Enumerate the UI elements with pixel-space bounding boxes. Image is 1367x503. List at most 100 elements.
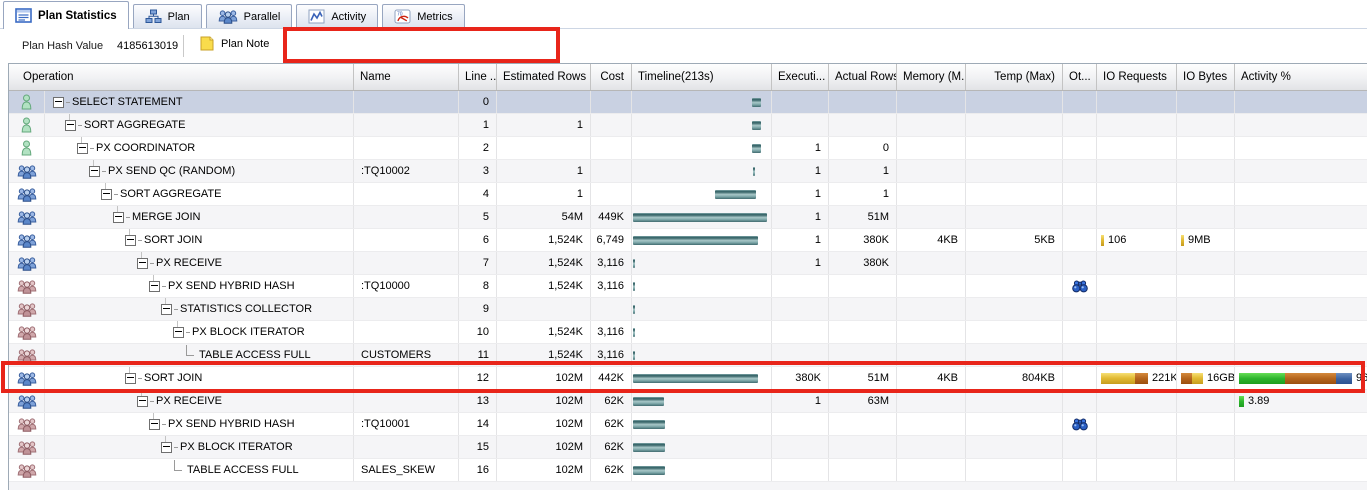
plan-row-line-15[interactable]: PX BLOCK ITERATOR15102M62K bbox=[9, 436, 1367, 459]
plan-row-line-9[interactable]: STATISTICS COLLECTOR9 bbox=[9, 298, 1367, 321]
estimated-rows-cell: 1,524K bbox=[497, 229, 591, 251]
tree-expand-toggle[interactable] bbox=[137, 396, 148, 407]
plan-row-line-16[interactable]: TABLE ACCESS FULLSALES_SKEW16102M62K bbox=[9, 459, 1367, 482]
timeline-bar bbox=[633, 351, 635, 360]
io-requests-bar-segment-orange bbox=[1135, 373, 1148, 384]
tree-expand-toggle[interactable] bbox=[149, 419, 160, 430]
plan-row-line-10[interactable]: PX BLOCK ITERATOR101,524K3,116 bbox=[9, 321, 1367, 344]
column-header-activity[interactable]: Activity % bbox=[1235, 64, 1367, 90]
plan-row-line-7[interactable]: PX RECEIVE71,524K3,1161380K bbox=[9, 252, 1367, 275]
column-header-executi[interactable]: Executi... bbox=[772, 64, 829, 90]
executions-cell: 1 bbox=[772, 160, 829, 182]
plan-row-line-4[interactable]: SORT AGGREGATE4111 bbox=[9, 183, 1367, 206]
plan-row-line-2[interactable]: PX COORDINATOR210 bbox=[9, 137, 1367, 160]
column-header-temp-max[interactable]: Temp (Max) bbox=[966, 64, 1063, 90]
temp-cell bbox=[966, 252, 1063, 274]
cost-cell: 3,116 bbox=[591, 321, 632, 343]
temp-cell bbox=[966, 298, 1063, 320]
actual-rows-cell bbox=[829, 298, 897, 320]
column-header-operation[interactable]: Operation bbox=[9, 64, 354, 90]
tree-expand-toggle[interactable] bbox=[101, 189, 112, 200]
timeline-cell bbox=[632, 321, 772, 343]
column-header-timeline-213s[interactable]: Timeline(213s) bbox=[632, 64, 772, 90]
io-bytes-cell bbox=[1177, 321, 1235, 343]
column-header-ot[interactable]: Ot... bbox=[1063, 64, 1097, 90]
parallel-group-red-icon bbox=[17, 325, 37, 340]
column-header-io-requests[interactable]: IO Requests bbox=[1097, 64, 1177, 90]
other-cell bbox=[1063, 229, 1097, 251]
tree-expand-toggle[interactable] bbox=[137, 258, 148, 269]
line-number-cell: 10 bbox=[459, 321, 497, 343]
tab-plan-statistics[interactable]: Plan Statistics bbox=[3, 1, 129, 29]
tree-expand-toggle[interactable] bbox=[161, 304, 172, 315]
tree-expand-toggle[interactable] bbox=[53, 97, 64, 108]
tab-metrics[interactable]: 70Metrics bbox=[382, 4, 464, 28]
column-header-memory-m[interactable]: Memory (M... bbox=[897, 64, 966, 90]
column-header-line[interactable]: Line ... bbox=[459, 64, 497, 90]
tree-expand-toggle[interactable] bbox=[173, 327, 184, 338]
plan-row-line-11[interactable]: TABLE ACCESS FULLCUSTOMERS111,524K3,116 bbox=[9, 344, 1367, 367]
activity-bar-segment-green bbox=[1239, 396, 1244, 407]
operation-label: PX RECEIVE bbox=[156, 395, 222, 407]
name-cell bbox=[354, 183, 459, 205]
plan-row-line-3[interactable]: PX SEND QC (RANDOM):TQ100023111 bbox=[9, 160, 1367, 183]
executions-cell: 1 bbox=[772, 252, 829, 274]
column-header-actual-rows[interactable]: Actual Rows bbox=[829, 64, 897, 90]
estimated-rows-cell: 1 bbox=[497, 114, 591, 136]
operation-cell: PX BLOCK ITERATOR bbox=[45, 436, 354, 458]
column-header-cost[interactable]: Cost bbox=[591, 64, 632, 90]
tree-expand-toggle[interactable] bbox=[65, 120, 76, 131]
name-cell: CUSTOMERS bbox=[354, 344, 459, 366]
tree-expand-toggle[interactable] bbox=[149, 281, 160, 292]
tabs: Plan Statistics Plan ParallelActivity70Met… bbox=[3, 1, 469, 28]
object-name: :TQ10000 bbox=[361, 280, 410, 292]
line-number-cell: 7 bbox=[459, 252, 497, 274]
tree-expand-toggle[interactable] bbox=[77, 143, 88, 154]
plan-row-line-14[interactable]: PX SEND HYBRID HASH:TQ1000114102M62K bbox=[9, 413, 1367, 436]
line-number-cell: 8 bbox=[459, 275, 497, 297]
operation-label: PX BLOCK ITERATOR bbox=[192, 326, 305, 338]
tree-expand-toggle[interactable] bbox=[125, 235, 136, 246]
activity-cell bbox=[1235, 229, 1367, 251]
plan-row-line-5[interactable]: MERGE JOIN554M449K151M bbox=[9, 206, 1367, 229]
plan-row-line-13[interactable]: PX RECEIVE13102M62K163M3.89 bbox=[9, 390, 1367, 413]
operation-label: SELECT STATEMENT bbox=[72, 96, 183, 108]
other-cell bbox=[1063, 459, 1097, 481]
plan-row-line-12[interactable]: SORT JOIN12102M442K380K51M4KB804KB221K16… bbox=[9, 367, 1367, 390]
name-cell bbox=[354, 390, 459, 412]
operation-cell: TABLE ACCESS FULL bbox=[45, 459, 354, 481]
tab-activity[interactable]: Activity bbox=[296, 4, 378, 28]
tree-expand-toggle[interactable] bbox=[125, 373, 136, 384]
tree-expand-toggle[interactable] bbox=[113, 212, 124, 223]
object-name: :TQ10002 bbox=[361, 165, 410, 177]
timeline-bar bbox=[633, 420, 665, 429]
plan-note-button[interactable]: Plan Note bbox=[199, 36, 269, 51]
name-cell: :TQ10002 bbox=[354, 160, 459, 182]
cost-cell: 3,116 bbox=[591, 252, 632, 274]
user-icon bbox=[21, 140, 32, 156]
name-cell bbox=[354, 367, 459, 389]
plan-row-line-0[interactable]: SELECT STATEMENT0 bbox=[9, 91, 1367, 114]
tab-plan[interactable]: Plan bbox=[133, 4, 202, 28]
tree-expand-toggle[interactable] bbox=[89, 166, 100, 177]
tab-label: Plan bbox=[168, 11, 190, 23]
plan-row-line-6[interactable]: SORT JOIN61,524K6,7491380K4KB5KB1069MB bbox=[9, 229, 1367, 252]
operation-label: PX RECEIVE bbox=[156, 257, 222, 269]
timeline-cell bbox=[632, 390, 772, 412]
row-icon-cell bbox=[9, 321, 45, 343]
activity-cell bbox=[1235, 413, 1367, 435]
tab-parallel[interactable]: Parallel bbox=[206, 4, 293, 28]
operation-label: PX SEND HYBRID HASH bbox=[168, 418, 295, 430]
cost-cell bbox=[591, 183, 632, 205]
tree-expand-toggle[interactable] bbox=[161, 442, 172, 453]
timeline-cell bbox=[632, 413, 772, 435]
row-icon-cell bbox=[9, 114, 45, 136]
column-header-name[interactable]: Name bbox=[354, 64, 459, 90]
toolbar-divider bbox=[183, 35, 184, 57]
column-header-estimated-rows[interactable]: Estimated Rows bbox=[497, 64, 591, 90]
timeline-bar bbox=[633, 213, 766, 222]
column-header-io-bytes[interactable]: IO Bytes bbox=[1177, 64, 1235, 90]
row-icon-cell bbox=[9, 390, 45, 412]
plan-row-line-1[interactable]: SORT AGGREGATE11 bbox=[9, 114, 1367, 137]
plan-row-line-8[interactable]: PX SEND HYBRID HASH:TQ1000081,524K3,116 bbox=[9, 275, 1367, 298]
